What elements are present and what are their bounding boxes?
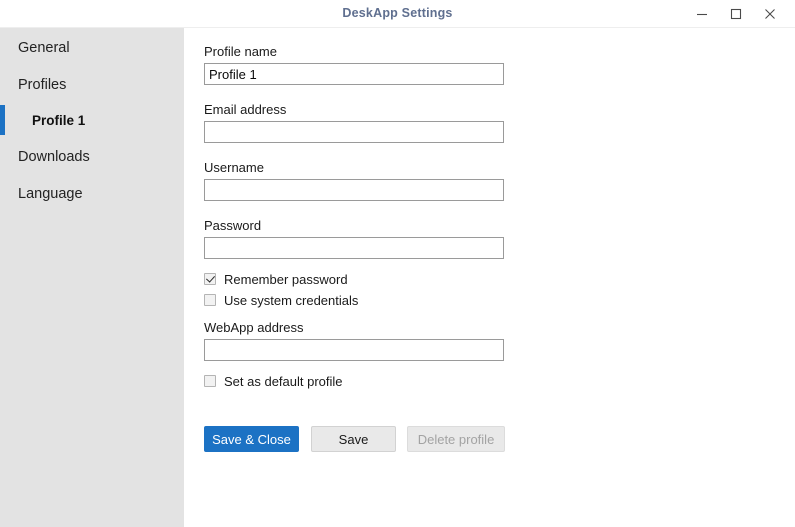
maximize-button[interactable]	[719, 0, 753, 28]
username-label: Username	[204, 160, 264, 175]
sidebar-item-label: Profile 1	[32, 112, 86, 128]
save-button[interactable]: Save	[311, 426, 396, 452]
set-default-profile-checkbox-row[interactable]: Set as default profile	[204, 373, 343, 389]
password-label: Password	[204, 218, 262, 233]
profile-name-label: Profile name	[204, 44, 277, 59]
use-system-credentials-checkbox[interactable]	[204, 294, 216, 306]
use-system-credentials-checkbox-row[interactable]: Use system credentials	[204, 292, 358, 308]
remember-password-checkbox[interactable]	[204, 273, 216, 285]
sidebar-item-label: General	[18, 40, 70, 56]
delete-profile-button[interactable]: Delete profile	[407, 426, 505, 452]
sidebar-item-profiles[interactable]: Profiles	[0, 70, 184, 100]
maximize-icon	[730, 8, 742, 20]
sidebar-nav: General Profiles Profile 1 Downloads Lan…	[0, 28, 184, 527]
set-default-profile-checkbox[interactable]	[204, 375, 216, 387]
save-and-close-button[interactable]: Save & Close	[204, 426, 299, 452]
profile-name-input[interactable]	[204, 63, 504, 85]
webapp-address-input[interactable]	[204, 339, 504, 361]
email-address-label: Email address	[204, 102, 287, 117]
set-default-profile-label: Set as default profile	[224, 373, 343, 389]
title-bar: DeskApp Settings	[0, 0, 795, 28]
settings-window: DeskApp Settings General Profiles Profil…	[0, 0, 795, 527]
minimize-icon	[696, 8, 708, 20]
use-system-credentials-label: Use system credentials	[224, 292, 359, 308]
profile-settings-panel: Profile name Email address Username Pass…	[184, 28, 795, 527]
remember-password-label: Remember password	[224, 271, 348, 287]
email-address-input[interactable]	[204, 121, 504, 143]
close-button[interactable]	[753, 0, 787, 28]
close-icon	[764, 8, 776, 20]
sidebar-item-downloads[interactable]: Downloads	[0, 142, 184, 172]
window-title: DeskApp Settings	[342, 6, 453, 20]
remember-password-checkbox-row[interactable]: Remember password	[204, 271, 348, 287]
selected-accent-bar	[0, 105, 5, 135]
sidebar-item-profile-1[interactable]: Profile 1	[0, 105, 184, 135]
password-input[interactable]	[204, 237, 504, 259]
minimize-button[interactable]	[685, 0, 719, 28]
webapp-address-label: WebApp address	[204, 320, 304, 335]
sidebar-item-label: Downloads	[18, 149, 90, 165]
sidebar-item-label: Profiles	[18, 77, 67, 93]
sidebar-item-label: Language	[18, 186, 83, 202]
sidebar-item-general[interactable]: General	[0, 33, 184, 63]
username-input[interactable]	[204, 179, 504, 201]
sidebar-item-language[interactable]: Language	[0, 179, 184, 209]
